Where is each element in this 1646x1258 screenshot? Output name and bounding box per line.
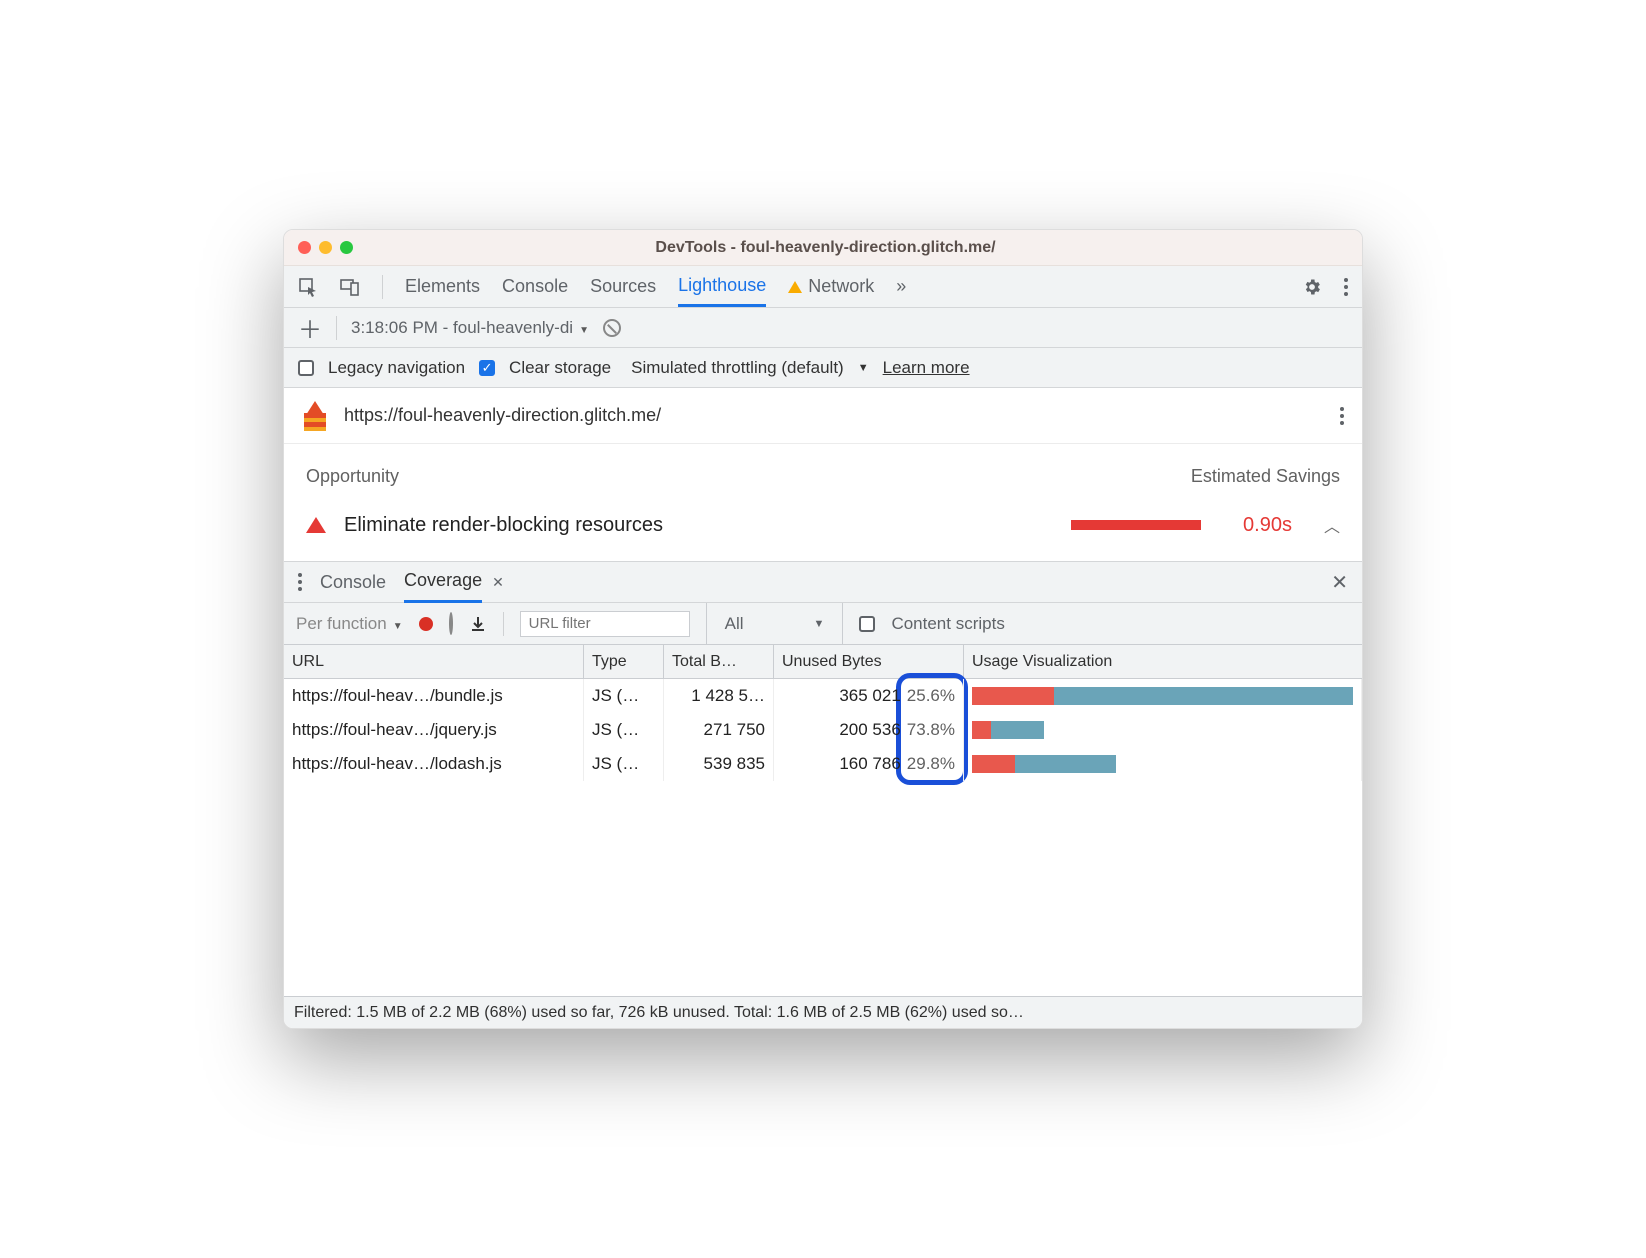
col-unused[interactable]: Unused Bytes xyxy=(774,645,964,678)
legacy-navigation-label: Legacy navigation xyxy=(328,358,465,378)
cell-url: https://foul-heav…/lodash.js xyxy=(284,747,584,781)
cell-url: https://foul-heav…/bundle.js xyxy=(284,679,584,713)
cell-total: 539 835 xyxy=(664,747,774,781)
col-total[interactable]: Total B… xyxy=(664,645,774,678)
separator xyxy=(336,316,337,340)
opportunity-label: Eliminate render-blocking resources xyxy=(344,514,663,537)
drawer-menu-icon[interactable] xyxy=(298,573,302,591)
warning-icon xyxy=(788,281,802,293)
settings-icon[interactable] xyxy=(1302,277,1322,297)
legacy-navigation-checkbox[interactable] xyxy=(298,360,314,376)
drawer-tab-console[interactable]: Console xyxy=(320,572,386,593)
learn-more-link[interactable]: Learn more xyxy=(883,358,970,378)
lighthouse-options-bar: Legacy navigation ✓ Clear storage Simula… xyxy=(284,348,1362,388)
titlebar: DevTools - foul-heavenly-direction.glitc… xyxy=(284,230,1362,266)
url-filter-input[interactable] xyxy=(520,611,690,637)
col-url[interactable]: URL xyxy=(284,645,584,678)
cell-viz xyxy=(964,747,1362,781)
lighthouse-run-bar: ＋ 3:18:06 PM - foul-heavenly-di xyxy=(284,308,1362,348)
clear-icon[interactable] xyxy=(603,319,621,337)
cell-unused: 200 53673.8% xyxy=(774,713,964,747)
audited-url: https://foul-heavenly-direction.glitch.m… xyxy=(344,405,661,426)
cell-type: JS (… xyxy=(584,747,664,781)
opportunities-section: Opportunity Estimated Savings Eliminate … xyxy=(284,444,1362,561)
zoom-window-button[interactable] xyxy=(340,241,353,254)
opportunity-header: Opportunity xyxy=(306,466,399,487)
separator xyxy=(503,612,504,636)
table-row[interactable]: https://foul-heav…/jquery.jsJS (…271 750… xyxy=(284,713,1362,747)
window-title: DevTools - foul-heavenly-direction.glitc… xyxy=(361,239,1290,257)
savings-bar xyxy=(1071,520,1201,530)
new-report-button[interactable]: ＋ xyxy=(298,310,322,345)
content-scripts-label: Content scripts xyxy=(891,614,1004,634)
device-toggle-icon[interactable] xyxy=(340,277,360,297)
lighthouse-icon xyxy=(302,401,328,431)
cell-unused: 160 78629.8% xyxy=(774,747,964,781)
cell-type: JS (… xyxy=(584,679,664,713)
clear-coverage-icon[interactable] xyxy=(449,614,453,634)
audit-urlbar: https://foul-heavenly-direction.glitch.m… xyxy=(284,388,1362,444)
type-filter-label: All xyxy=(725,614,744,634)
inspect-icon[interactable] xyxy=(298,277,318,297)
throttling-dropdown-icon[interactable]: ▼ xyxy=(858,362,869,374)
throttling-label: Simulated throttling (default) xyxy=(631,358,844,378)
chevron-down-icon: ▼ xyxy=(814,618,825,630)
cell-viz xyxy=(964,713,1362,747)
col-viz[interactable]: Usage Visualization xyxy=(964,645,1362,678)
separator xyxy=(382,275,383,299)
savings-header: Estimated Savings xyxy=(1191,466,1340,487)
devtools-window: DevTools - foul-heavenly-direction.glitc… xyxy=(283,229,1363,1029)
tab-network[interactable]: Network xyxy=(788,276,874,297)
tab-network-label: Network xyxy=(808,276,874,296)
table-row[interactable]: https://foul-heav…/bundle.jsJS (…1 428 5… xyxy=(284,679,1362,713)
tab-console[interactable]: Console xyxy=(502,276,568,297)
close-window-button[interactable] xyxy=(298,241,311,254)
window-controls xyxy=(298,241,353,254)
drawer-tab-coverage[interactable]: Coverage xyxy=(404,570,482,603)
granularity-selector[interactable]: Per function xyxy=(296,614,403,634)
report-selector[interactable]: 3:18:06 PM - foul-heavenly-di xyxy=(351,318,589,338)
table-row[interactable]: https://foul-heav…/lodash.jsJS (…539 835… xyxy=(284,747,1362,781)
savings-time: 0.90s xyxy=(1243,514,1292,537)
table-header-row: URL Type Total B… Unused Bytes Usage Vis… xyxy=(284,645,1362,679)
clear-storage-label: Clear storage xyxy=(509,358,611,378)
record-button[interactable] xyxy=(419,617,433,631)
clear-storage-checkbox[interactable]: ✓ xyxy=(479,360,495,376)
minimize-window-button[interactable] xyxy=(319,241,332,254)
main-tabstrip: Elements Console Sources Lighthouse Netw… xyxy=(284,266,1362,308)
main-menu-icon[interactable] xyxy=(1344,278,1348,296)
type-filter-select[interactable]: All ▼ xyxy=(706,603,844,644)
cell-total: 1 428 5… xyxy=(664,679,774,713)
cell-url: https://foul-heav…/jquery.js xyxy=(284,713,584,747)
tab-sources[interactable]: Sources xyxy=(590,276,656,297)
more-tabs-button[interactable]: » xyxy=(896,276,906,297)
opportunity-row[interactable]: Eliminate render-blocking resources 0.90… xyxy=(306,513,1340,537)
close-tab-icon[interactable]: ✕ xyxy=(492,574,504,591)
cell-type: JS (… xyxy=(584,713,664,747)
coverage-toolbar: Per function All ▼ Content scripts xyxy=(284,603,1362,645)
cell-total: 271 750 xyxy=(664,713,774,747)
col-type[interactable]: Type xyxy=(584,645,664,678)
cell-viz xyxy=(964,679,1362,713)
close-drawer-icon[interactable]: ✕ xyxy=(1331,570,1348,595)
chevron-up-icon[interactable]: ︿ xyxy=(1324,513,1340,537)
cell-unused: 365 02125.6% xyxy=(774,679,964,713)
tab-lighthouse[interactable]: Lighthouse xyxy=(678,275,766,307)
fail-triangle-icon xyxy=(306,517,326,533)
drawer-tabstrip: Console Coverage ✕ ✕ xyxy=(284,561,1362,603)
tab-elements[interactable]: Elements xyxy=(405,276,480,297)
content-scripts-checkbox[interactable] xyxy=(859,616,875,632)
status-bar: Filtered: 1.5 MB of 2.2 MB (68%) used so… xyxy=(284,996,1362,1028)
report-menu-icon[interactable] xyxy=(1340,407,1344,425)
export-icon[interactable] xyxy=(469,615,487,633)
coverage-table: URL Type Total B… Unused Bytes Usage Vis… xyxy=(284,645,1362,1028)
